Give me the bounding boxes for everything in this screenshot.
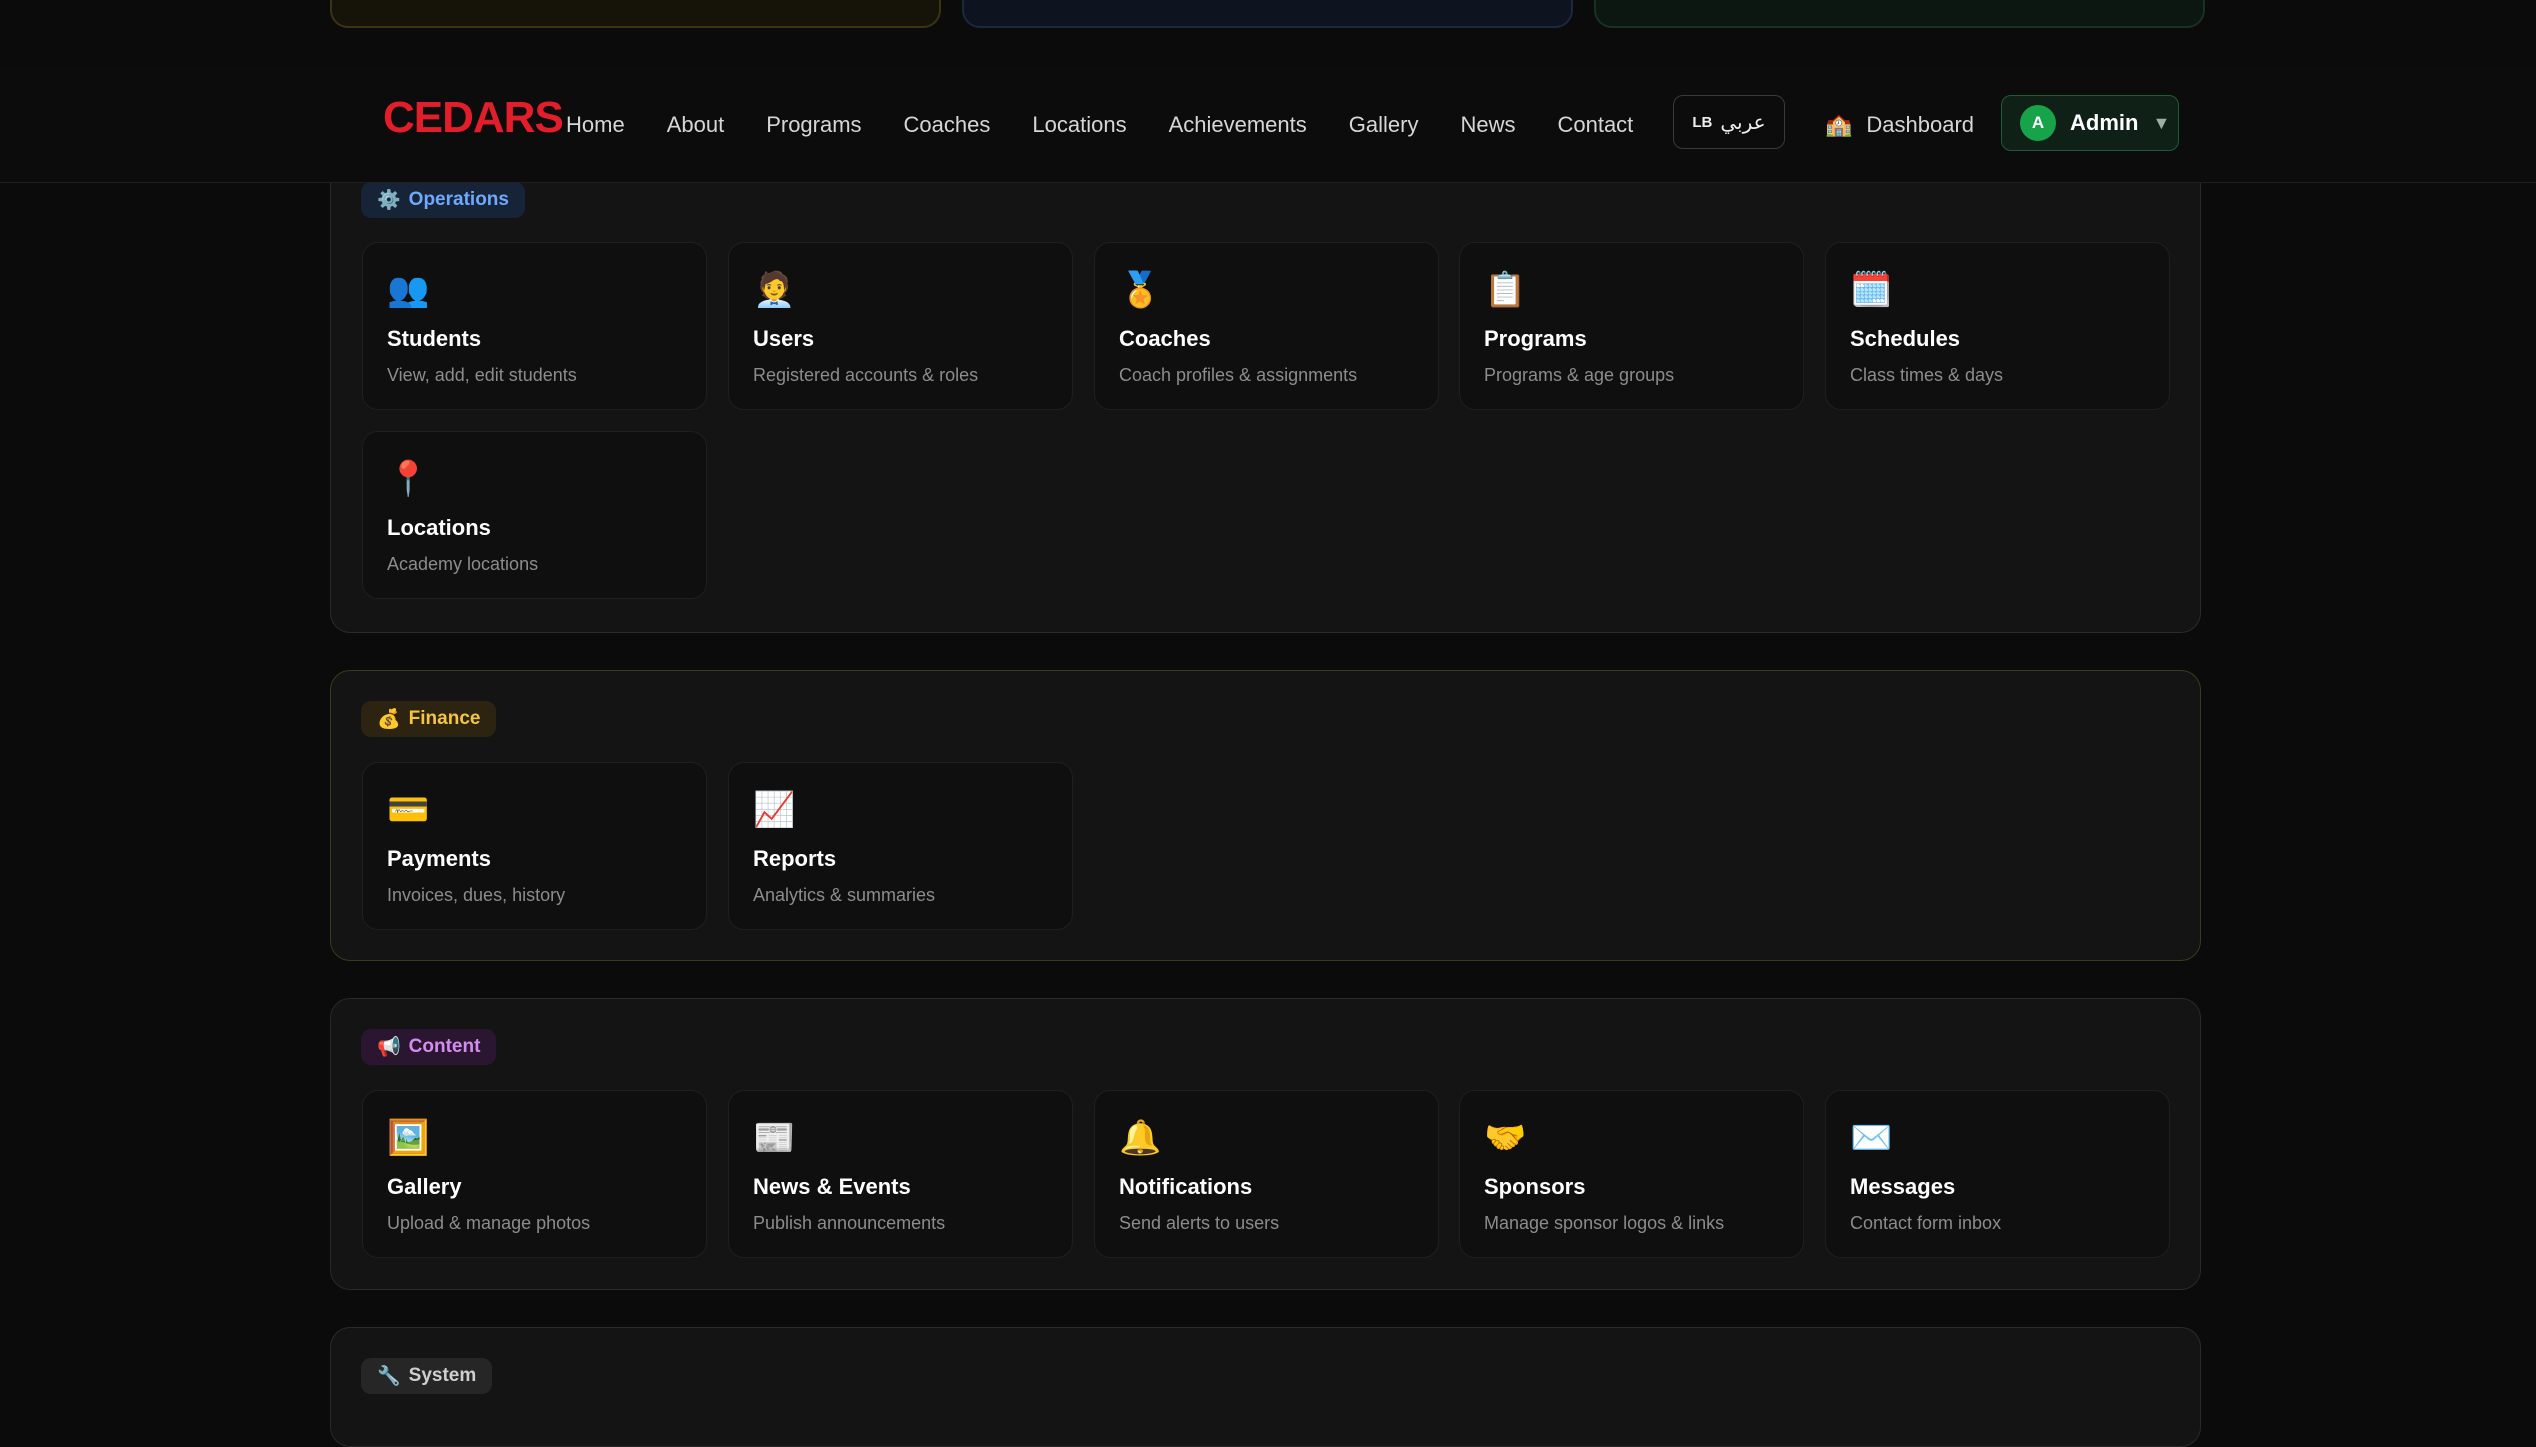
section-label: Content <box>408 1036 481 1057</box>
admin-menu-button[interactable]: A Admin ▼ <box>2001 95 2179 151</box>
credit-card-icon: 💳 <box>387 791 430 829</box>
avatar: A <box>2020 105 2056 141</box>
people-icon: 👥 <box>387 271 430 309</box>
logo-tagline <box>385 150 515 158</box>
section-badge-system: 🔧 System <box>361 1358 493 1394</box>
tile-title: Locations <box>387 515 491 540</box>
tile-messages[interactable]: ✉️ Messages Contact form inbox <box>1825 1090 2170 1258</box>
nav-contact[interactable]: Contact <box>1557 112 1633 138</box>
tile-subtitle: View, add, edit students <box>387 365 577 385</box>
logo-text: CEDARS <box>383 93 564 142</box>
envelope-icon: ✉️ <box>1850 1119 1893 1157</box>
pin-icon: 📍 <box>387 460 430 498</box>
nav-locations[interactable]: Locations <box>1032 112 1126 138</box>
nav-gallery[interactable]: Gallery <box>1349 112 1419 138</box>
tile-title: Gallery <box>387 1174 462 1199</box>
nav-coaches[interactable]: Coaches <box>904 112 991 138</box>
tile-subtitle: Programs & age groups <box>1484 365 1675 385</box>
section-badge-operations: ⚙️ Operations <box>361 182 525 218</box>
finance-section: 💰 Finance 💳 Payments Invoices, dues, his… <box>330 670 2201 961</box>
section-label: Finance <box>408 708 481 729</box>
tile-subtitle: Invoices, dues, history <box>387 885 566 905</box>
tile-title: Programs <box>1484 326 1587 351</box>
tile-title: Users <box>753 326 815 351</box>
megaphone-icon: 📢 <box>377 1037 401 1058</box>
chart-up-icon: 📈 <box>753 791 796 829</box>
tile-title: Students <box>387 326 482 351</box>
section-label: System <box>408 1365 477 1386</box>
tile-notifications[interactable]: 🔔 Notifications Send alerts to users <box>1094 1090 1439 1258</box>
tile-subtitle: Academy locations <box>387 554 539 574</box>
tile-subtitle: Coach profiles & assignments <box>1119 365 1358 385</box>
cedars-logo[interactable]: CEDARS <box>383 88 564 158</box>
dashboard-link[interactable]: 🏫 Dashboard <box>1825 68 1974 182</box>
nav-home[interactable]: Home <box>566 112 625 138</box>
section-badge-finance: 💰 Finance <box>361 701 497 737</box>
tile-title: Sponsors <box>1484 1174 1586 1199</box>
language-toggle-button[interactable]: LB عربي <box>1673 95 1785 149</box>
nav-news[interactable]: News <box>1460 112 1515 138</box>
newspaper-icon: 📰 <box>753 1119 796 1157</box>
tile-subtitle: Analytics & summaries <box>753 885 936 905</box>
tile-subtitle: Upload & manage photos <box>387 1213 591 1233</box>
tile-reports[interactable]: 📈 Reports Analytics & summaries <box>728 762 1073 930</box>
tile-schedules[interactable]: 🗓️ Schedules Class times & days <box>1825 242 2170 410</box>
tile-programs[interactable]: 📋 Programs Programs & age groups <box>1459 242 1804 410</box>
tile-title: Notifications <box>1119 1174 1253 1199</box>
calendar-icon: 🗓️ <box>1850 271 1893 309</box>
system-section: 🔧 System <box>330 1327 2201 1447</box>
language-label: عربي <box>1720 111 1766 134</box>
tile-subtitle: Send alerts to users <box>1119 1213 1280 1233</box>
tile-subtitle: Publish announcements <box>753 1213 946 1233</box>
tile-users[interactable]: 🧑‍💼 Users Registered accounts & roles <box>728 242 1073 410</box>
tile-gallery[interactable]: 🖼️ Gallery Upload & manage photos <box>362 1090 707 1258</box>
flag-code: LB <box>1692 113 1713 131</box>
stat-card <box>1594 0 2205 28</box>
nav-programs[interactable]: Programs <box>766 112 861 138</box>
tile-sponsors[interactable]: 🤝 Sponsors Manage sponsor logos & links <box>1459 1090 1804 1258</box>
tile-subtitle: Registered accounts & roles <box>753 365 979 385</box>
tile-students[interactable]: 👥 Students View, add, edit students <box>362 242 707 410</box>
tile-locations[interactable]: 📍 Locations Academy locations <box>362 431 707 599</box>
nav-achievements[interactable]: Achievements <box>1169 112 1307 138</box>
tile-subtitle: Class times & days <box>1850 365 2004 385</box>
school-icon: 🏫 <box>1825 112 1853 137</box>
tile-coaches[interactable]: 🏅 Coaches Coach profiles & assignments <box>1094 242 1439 410</box>
tile-payments[interactable]: 💳 Payments Invoices, dues, history <box>362 762 707 930</box>
wrench-icon: 🔧 <box>377 1366 401 1387</box>
tile-news-events[interactable]: 📰 News & Events Publish announcements <box>728 1090 1073 1258</box>
gear-icon: ⚙️ <box>377 190 401 211</box>
tile-title: Coaches <box>1119 326 1211 351</box>
caret-down-icon: ▼ <box>2152 112 2171 133</box>
admin-label: Admin <box>2070 110 2139 135</box>
picture-icon: 🖼️ <box>387 1119 430 1157</box>
person-icon: 🧑‍💼 <box>753 271 796 309</box>
clipboard-icon: 📋 <box>1484 271 1527 309</box>
handshake-icon: 🤝 <box>1484 1119 1527 1157</box>
section-label: Operations <box>408 189 509 210</box>
dashboard-label: Dashboard <box>1866 112 1975 137</box>
stat-card <box>962 0 1573 28</box>
tile-subtitle: Manage sponsor logos & links <box>1484 1213 1725 1233</box>
medal-icon: 🏅 <box>1119 271 1162 309</box>
tile-title: Messages <box>1850 1174 1956 1199</box>
content-section: 📢 Content 🖼️ Gallery Upload & manage pho… <box>330 998 2201 1290</box>
stat-card <box>330 0 941 28</box>
bell-icon: 🔔 <box>1119 1119 1162 1157</box>
money-bag-icon: 💰 <box>377 709 401 730</box>
tile-title: Schedules <box>1850 326 1961 351</box>
tile-title: News & Events <box>753 1174 911 1199</box>
nav-links: Home About Programs Coaches Locations Ac… <box>566 68 1675 182</box>
navbar: CEDARS Home About Programs Coaches Locat… <box>0 68 2536 183</box>
nav-about[interactable]: About <box>667 112 725 138</box>
tile-subtitle: Contact form inbox <box>1850 1213 2002 1233</box>
section-badge-content: 📢 Content <box>361 1029 497 1065</box>
tile-title: Payments <box>387 846 491 871</box>
tile-title: Reports <box>753 846 837 871</box>
